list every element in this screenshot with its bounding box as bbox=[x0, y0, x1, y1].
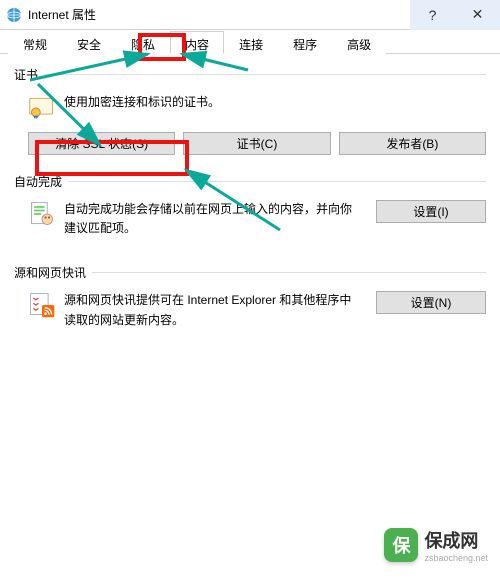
autocomplete-heading: 自动完成 bbox=[14, 173, 62, 190]
autocomplete-icon bbox=[28, 200, 64, 238]
section-autocomplete: 自动完成 自动完成功能会存储以前在网页上输入的内容，并向你建议匹配项。 设置(I… bbox=[14, 173, 486, 246]
autocomplete-settings-button[interactable]: 设置(I) bbox=[376, 200, 486, 223]
feeds-heading: 源和网页快讯 bbox=[14, 264, 86, 281]
window-title: Internet 属性 bbox=[28, 6, 410, 23]
tab-security[interactable]: 安全 bbox=[62, 31, 116, 54]
tab-programs[interactable]: 程序 bbox=[278, 31, 332, 54]
titlebar: Internet 属性 ? ✕ bbox=[0, 0, 500, 30]
tab-content[interactable]: 内容 bbox=[170, 31, 224, 54]
watermark-logo: 保 bbox=[384, 528, 418, 562]
watermark-url: zsbaocheng.net bbox=[424, 553, 488, 563]
close-button[interactable]: ✕ bbox=[455, 0, 500, 30]
internet-options-icon bbox=[6, 7, 22, 23]
publishers-button[interactable]: 发布者(B) bbox=[339, 132, 486, 155]
tab-connections[interactable]: 连接 bbox=[224, 31, 278, 54]
certificate-icon bbox=[28, 93, 64, 124]
autocomplete-desc: 自动完成功能会存储以前在网页上输入的内容，并向你建议匹配项。 bbox=[64, 200, 371, 238]
help-button[interactable]: ? bbox=[410, 0, 455, 30]
tab-general[interactable]: 常规 bbox=[8, 31, 62, 54]
certificates-button[interactable]: 证书(C) bbox=[183, 132, 330, 155]
certificates-heading: 证书 bbox=[14, 66, 38, 83]
tabs-bar: 常规 安全 隐私 内容 连接 程序 高级 bbox=[0, 30, 500, 54]
tab-privacy[interactable]: 隐私 bbox=[116, 31, 170, 54]
clear-ssl-button[interactable]: 清除 SSL 状态(S) bbox=[28, 132, 175, 155]
section-feeds: 源和网页快讯 源和网页快讯提供可在 Internet Explorer 和其他程… bbox=[14, 264, 486, 337]
tab-advanced[interactable]: 高级 bbox=[332, 31, 386, 54]
feeds-icon bbox=[28, 291, 64, 329]
feeds-desc: 源和网页快讯提供可在 Internet Explorer 和其他程序中读取的网站… bbox=[64, 291, 371, 329]
certificates-desc: 使用加密连接和标识的证书。 bbox=[64, 93, 486, 124]
tab-content-panel: 证书 使用加密连接和标识的证书。 清除 SSL 状态(S) 证书(C) 发布者(… bbox=[0, 54, 500, 368]
section-certificates: 证书 使用加密连接和标识的证书。 清除 SSL 状态(S) 证书(C) 发布者(… bbox=[14, 66, 486, 155]
feeds-settings-button[interactable]: 设置(N) bbox=[376, 291, 486, 314]
watermark: 保 保成网 zsbaocheng.net bbox=[384, 527, 488, 563]
watermark-name: 保成网 bbox=[424, 527, 488, 553]
